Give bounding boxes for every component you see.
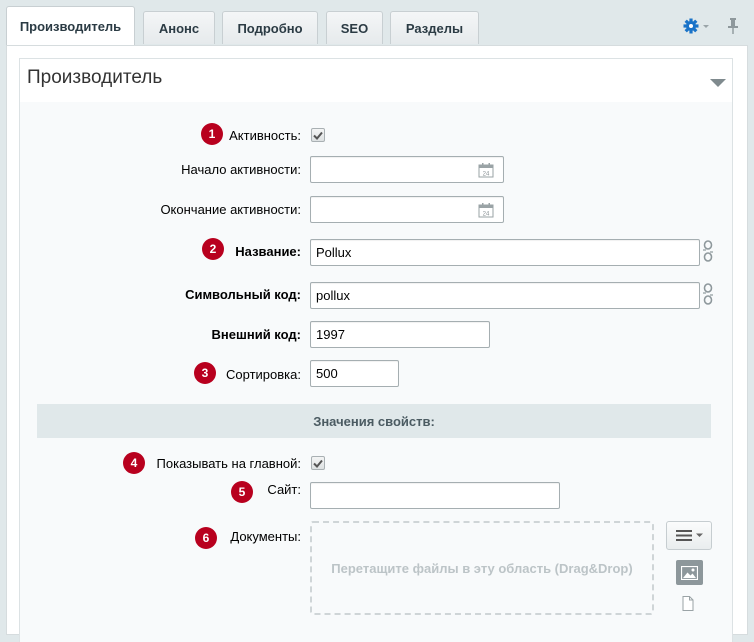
tab-details[interactable]: Подробно — [222, 11, 318, 44]
badge-6: 6 — [195, 527, 217, 549]
svg-text:24: 24 — [483, 172, 490, 178]
xml-id-label: Внешний код: — [211, 327, 301, 342]
section-header: Производитель — [19, 58, 733, 103]
chain-link-icon[interactable] — [702, 283, 714, 305]
tab-manufacturer[interactable]: Производитель — [6, 6, 135, 47]
file-icon[interactable] — [682, 596, 694, 611]
xml-id-input[interactable]: 1997 — [310, 321, 490, 348]
calendar-icon[interactable]: 24 — [478, 162, 494, 178]
sort-input[interactable]: 500 — [310, 360, 399, 387]
active-to-input[interactable] — [310, 196, 504, 223]
show-on-main-checkbox[interactable] — [311, 456, 325, 470]
chain-link-icon[interactable] — [702, 240, 714, 262]
tab-bar: Производитель Анонс Подробно SEO Разделы — [0, 0, 754, 47]
svg-text:24: 24 — [483, 212, 490, 218]
insert-image-button[interactable] — [676, 560, 703, 585]
file-dropzone[interactable]: Перетащите файлы в эту область (Drag&Dro… — [310, 521, 654, 615]
show-on-main-label: Показывать на главной: — [156, 456, 301, 471]
sort-label: Сортировка: — [226, 367, 301, 382]
section-title: Производитель — [27, 67, 163, 88]
badge-4: 4 — [123, 452, 145, 474]
badge-3: 3 — [194, 362, 216, 384]
tab-seo[interactable]: SEO — [326, 11, 383, 44]
image-icon — [681, 565, 698, 580]
gear-icon[interactable] — [683, 18, 709, 34]
code-label: Символьный код: — [185, 287, 301, 302]
code-input[interactable]: pollux — [310, 282, 700, 309]
tab-announce[interactable]: Анонс — [143, 11, 215, 44]
documents-label: Документы: — [230, 529, 301, 544]
site-input[interactable] — [310, 482, 560, 509]
active-to-label: Окончание активности: — [160, 202, 301, 217]
calendar-icon[interactable]: 24 — [478, 202, 494, 218]
badge-1: 1 — [201, 123, 223, 145]
active-label: Активность: — [229, 128, 301, 143]
dropzone-text: Перетащите файлы в эту область (Drag&Dro… — [331, 560, 633, 576]
site-label: Сайт: — [267, 482, 301, 497]
hamburger-menu-icon — [676, 530, 703, 541]
properties-heading: Значения свойств: — [37, 404, 711, 438]
tab-sections[interactable]: Разделы — [390, 11, 479, 44]
active-checkbox[interactable] — [311, 128, 325, 142]
active-from-label: Начало активности: — [181, 162, 301, 177]
active-from-input[interactable] — [310, 156, 504, 183]
badge-2: 2 — [202, 238, 224, 260]
pin-icon[interactable] — [727, 17, 739, 35]
name-input[interactable]: Pollux — [310, 239, 700, 266]
check-icon — [313, 131, 323, 140]
collapse-arrow-icon[interactable] — [710, 79, 726, 87]
badge-5: 5 — [231, 481, 253, 503]
name-label: Название: — [235, 244, 301, 259]
check-icon — [313, 459, 323, 468]
documents-menu-button[interactable] — [666, 521, 712, 550]
